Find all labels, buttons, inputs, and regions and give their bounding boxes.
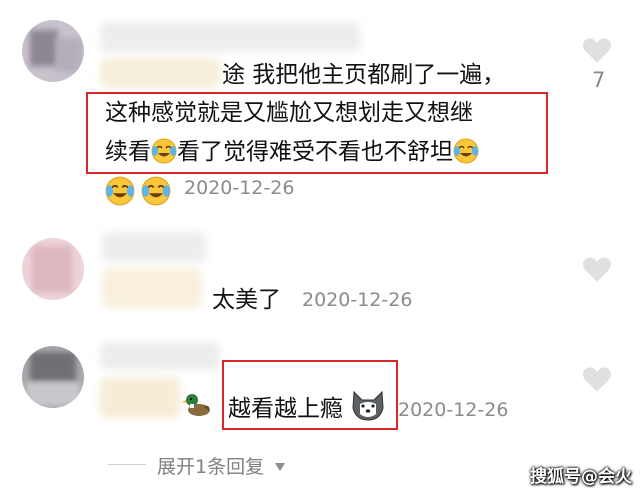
comment-date: 2020-12-26 [398,399,509,421]
username-mask [100,58,220,88]
username-mask [100,378,180,418]
username[interactable] [100,22,360,52]
reaction-emojis [105,174,175,206]
watermark: 搜狐号@会火 [530,467,632,487]
comment-text-line-1: 途 我把他主页都刷了一遍， [222,62,506,88]
avatar[interactable] [22,238,84,300]
avatar[interactable] [22,346,84,408]
like-heart-icon[interactable] [580,362,614,396]
comment-text: 太美了 [212,287,281,313]
tears-of-joy-emoji [105,176,135,206]
tears-of-joy-emoji [141,176,171,206]
like-heart-icon[interactable] [580,252,614,286]
highlight-box [222,360,398,430]
duck-emoji [182,394,210,416]
expand-replies-button[interactable]: 展开1条回复 [157,452,286,479]
expand-replies-label: 展开1条回复 [157,456,265,478]
username-mask [102,268,202,308]
like-heart-icon[interactable] [580,33,614,67]
highlight-box [86,92,548,174]
username[interactable] [100,342,220,370]
comment-date: 2020-12-26 [184,177,295,199]
like-count: 7 [592,68,606,92]
comment-date: 2020-12-26 [302,289,413,311]
avatar[interactable] [22,20,84,82]
caret-down-icon [275,463,286,471]
expand-replies-line [108,464,146,465]
username[interactable] [102,232,206,262]
